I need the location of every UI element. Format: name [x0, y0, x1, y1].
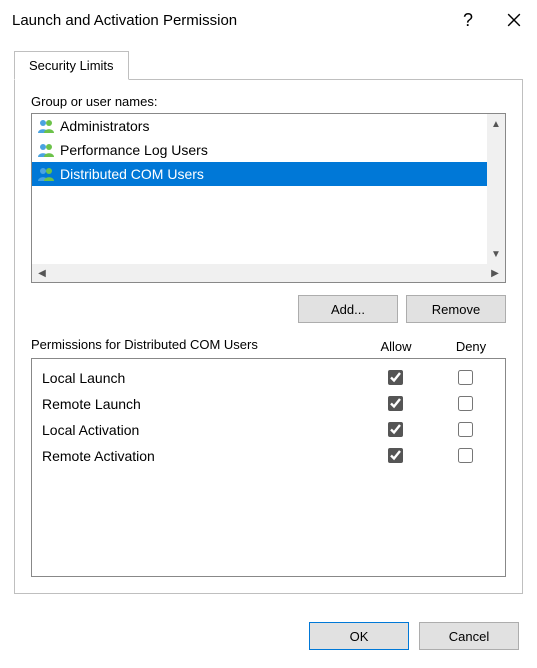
- deny-checkbox[interactable]: [458, 448, 473, 463]
- permission-row: Remote Activation: [32, 443, 505, 469]
- scroll-up-arrow-icon[interactable]: ▲: [487, 114, 505, 134]
- list-item-label: Performance Log Users: [60, 142, 208, 158]
- deny-column-header: Deny: [436, 339, 506, 354]
- users-icon: [36, 140, 56, 160]
- remove-button[interactable]: Remove: [406, 295, 506, 323]
- close-button[interactable]: [491, 0, 537, 40]
- users-icon: [36, 164, 56, 184]
- deny-checkbox[interactable]: [458, 370, 473, 385]
- deny-checkbox[interactable]: [458, 422, 473, 437]
- permission-name: Remote Activation: [42, 448, 355, 464]
- list-horizontal-scrollbar[interactable]: ◀ ▶: [32, 264, 505, 282]
- tab-security-limits[interactable]: Security Limits: [14, 51, 129, 80]
- list-item[interactable]: Distributed COM Users: [32, 162, 487, 186]
- dialog-footer: OK Cancel: [0, 608, 537, 668]
- permissions-for-label: Permissions for Distributed COM Users: [31, 337, 356, 354]
- tab-panel: Group or user names: Administrators Perfo…: [14, 79, 523, 594]
- users-icon: [36, 140, 56, 160]
- permission-name: Local Launch: [42, 370, 355, 386]
- client-area: Security Limits Group or user names: Adm…: [0, 40, 537, 608]
- title-bar: Launch and Activation Permission ?: [0, 0, 537, 40]
- window-title: Launch and Activation Permission: [12, 12, 445, 29]
- group-buttons-row: Add... Remove: [31, 295, 506, 323]
- users-icon: [36, 164, 56, 184]
- help-button[interactable]: ?: [445, 0, 491, 40]
- users-icon: [36, 116, 56, 136]
- scroll-left-arrow-icon[interactable]: ◀: [32, 264, 52, 282]
- scroll-down-arrow-icon[interactable]: ▼: [487, 244, 505, 264]
- group-or-user-names-label: Group or user names:: [31, 94, 506, 109]
- permission-name: Local Activation: [42, 422, 355, 438]
- allow-checkbox[interactable]: [388, 422, 403, 437]
- close-icon: [507, 13, 521, 27]
- ok-button[interactable]: OK: [309, 622, 409, 650]
- allow-checkbox[interactable]: [388, 370, 403, 385]
- list-item-label: Distributed COM Users: [60, 166, 204, 182]
- deny-checkbox[interactable]: [458, 396, 473, 411]
- permissions-header: Permissions for Distributed COM Users Al…: [31, 337, 506, 354]
- permission-name: Remote Launch: [42, 396, 355, 412]
- permissions-table: Local Launch Remote Launch Local Activatio…: [31, 358, 506, 577]
- cancel-button[interactable]: Cancel: [419, 622, 519, 650]
- add-button[interactable]: Add...: [298, 295, 398, 323]
- list-item-label: Administrators: [60, 118, 149, 134]
- users-icon: [36, 116, 56, 136]
- scroll-right-arrow-icon[interactable]: ▶: [485, 264, 505, 282]
- permission-row: Local Activation: [32, 417, 505, 443]
- tab-strip: Security Limits: [14, 50, 523, 79]
- dialog-window: Launch and Activation Permission ? Secur…: [0, 0, 537, 668]
- allow-column-header: Allow: [356, 339, 436, 354]
- permission-row: Local Launch: [32, 365, 505, 391]
- allow-checkbox[interactable]: [388, 396, 403, 411]
- group-list[interactable]: Administrators Performance Log Users Distr…: [31, 113, 506, 283]
- list-vertical-scrollbar[interactable]: ▲ ▼: [487, 114, 505, 264]
- allow-checkbox[interactable]: [388, 448, 403, 463]
- permission-row: Remote Launch: [32, 391, 505, 417]
- list-item[interactable]: Performance Log Users: [32, 138, 487, 162]
- list-item[interactable]: Administrators: [32, 114, 487, 138]
